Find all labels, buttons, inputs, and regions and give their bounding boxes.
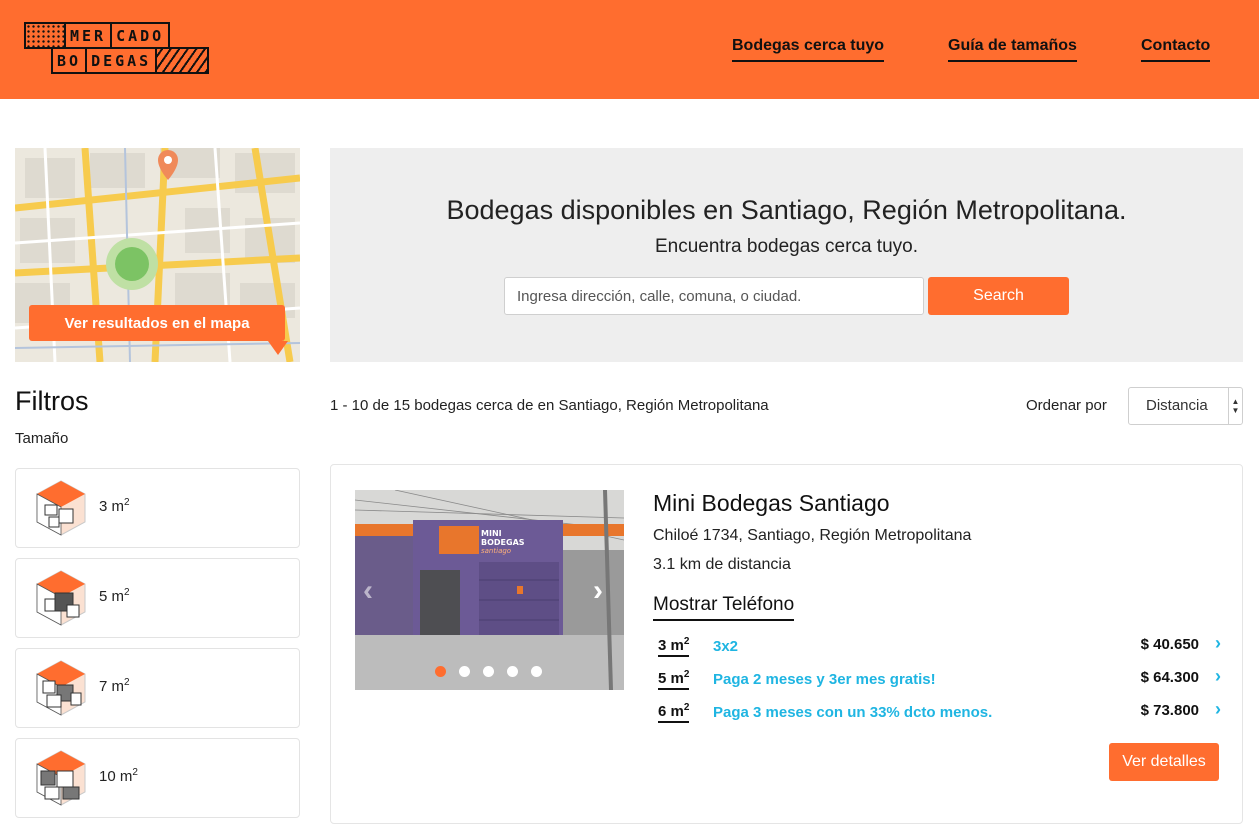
size-filter-label-text: 10 m2 — [99, 767, 138, 785]
svg-text:santiago: santiago — [481, 547, 511, 555]
size-filter-3m2[interactable]: 3 m2 — [15, 468, 300, 548]
size-filter-label: Tamaño — [15, 430, 69, 447]
unit-price: $ 64.300 — [1140, 669, 1199, 686]
carousel-dot[interactable] — [531, 666, 542, 677]
carousel-dots — [435, 666, 542, 677]
page-title: Bodegas disponibles en Santiago, Región … — [446, 195, 1127, 225]
carousel-dot[interactable] — [459, 666, 470, 677]
svg-text:BODEGAS: BODEGAS — [481, 538, 525, 547]
unit-price: $ 73.800 — [1140, 702, 1199, 719]
unit-size: 5 m2 — [658, 669, 690, 690]
show-phone-link[interactable]: Mostrar Teléfono — [653, 594, 795, 621]
listing-distance: 3.1 km de distancia — [653, 556, 791, 573]
search-input[interactable] — [504, 277, 924, 315]
size-filter-10m2[interactable]: 10 m2 — [15, 738, 300, 818]
unit-offer-row[interactable]: 6 m2 Paga 3 meses con un 33% dcto menos.… — [653, 699, 1221, 730]
size-filter-7m2[interactable]: 7 m2 — [15, 648, 300, 728]
filters-title: Filtros — [15, 386, 89, 416]
page-subtitle: Encuentra bodegas cerca tuyo. — [654, 236, 918, 257]
storage-unit-icon — [36, 570, 86, 626]
svg-text:MINI: MINI — [481, 529, 502, 538]
storage-unit-icon — [36, 480, 86, 536]
unit-size: 6 m2 — [658, 702, 690, 723]
size-filter-5m2[interactable]: 5 m2 — [15, 558, 300, 638]
carousel-prev-icon[interactable]: ‹ — [363, 574, 373, 608]
unit-promo: 3x2 — [713, 638, 739, 655]
listing-photo-carousel[interactable]: MINI BODEGAS santiago ‹ › — [355, 490, 624, 690]
chevron-right-icon: › — [1215, 666, 1221, 686]
site-header: MER CADO BO DEGAS Bodegas cerca tuyo Guí… — [0, 0, 1259, 99]
sort-selected-value: Distancia — [1146, 397, 1208, 414]
size-filter-label-text: 5 m2 — [99, 587, 130, 605]
unit-price: $ 40.650 — [1140, 636, 1199, 653]
carousel-next-icon[interactable]: › — [593, 574, 603, 608]
storage-unit-icon — [36, 660, 86, 716]
sort-select[interactable]: Distancia ▲ ▼ — [1128, 387, 1243, 425]
logo-dot-pattern — [24, 22, 66, 49]
carousel-dot[interactable] — [435, 666, 446, 677]
site-logo[interactable]: MER CADO BO DEGAS — [24, 22, 218, 76]
listing-name[interactable]: Mini Bodegas Santiago — [653, 490, 890, 517]
listing-address: Chiloé 1734, Santiago, Región Metropolit… — [653, 527, 972, 544]
map-button-pointer — [268, 341, 288, 355]
sort-label: Ordenar por — [1026, 397, 1107, 414]
size-filter-label-text: 3 m2 — [99, 497, 130, 515]
logo-text-mer: MER — [64, 22, 113, 49]
results-count: 1 - 10 de 15 bodegas cerca de en Santiag… — [330, 397, 769, 414]
carousel-dot[interactable] — [507, 666, 518, 677]
storage-unit-icon — [36, 750, 86, 806]
chevron-right-icon: › — [1215, 699, 1221, 719]
logo-stripe-pattern — [155, 47, 210, 74]
unit-promo: Paga 3 meses con un 33% dcto menos. — [713, 704, 993, 721]
nav-guia-tamanos[interactable]: Guía de tamaños — [948, 37, 1077, 62]
search-button[interactable]: Search — [928, 277, 1069, 315]
nav-contacto[interactable]: Contacto — [1141, 37, 1211, 62]
select-arrows-icon: ▲ ▼ — [1228, 388, 1242, 424]
size-filter-label-text: 7 m2 — [99, 677, 130, 695]
search-hero: Bodegas disponibles en Santiago, Región … — [330, 148, 1243, 362]
logo-text-bo: BO — [51, 47, 88, 74]
view-details-button[interactable]: Ver detalles — [1109, 743, 1219, 781]
nav-bodegas-cerca[interactable]: Bodegas cerca tuyo — [732, 37, 885, 62]
unit-offer-row[interactable]: 5 m2 Paga 2 meses y 3er mes gratis! $ 64… — [653, 666, 1221, 697]
logo-text-cado: CADO — [110, 22, 171, 49]
listing-photo: MINI BODEGAS santiago — [355, 490, 624, 690]
unit-offer-row[interactable]: 3 m2 3x2 $ 40.650 › — [653, 633, 1221, 664]
carousel-dot[interactable] — [483, 666, 494, 677]
chevron-right-icon: › — [1215, 633, 1221, 653]
unit-promo: Paga 2 meses y 3er mes gratis! — [713, 671, 936, 688]
listing-card: MINI BODEGAS santiago ‹ › Mini Bodegas S… — [330, 464, 1243, 824]
map-results-button[interactable]: Ver resultados en el mapa — [29, 305, 285, 341]
logo-text-degas: DEGAS — [85, 47, 158, 74]
unit-size: 3 m2 — [658, 636, 690, 657]
